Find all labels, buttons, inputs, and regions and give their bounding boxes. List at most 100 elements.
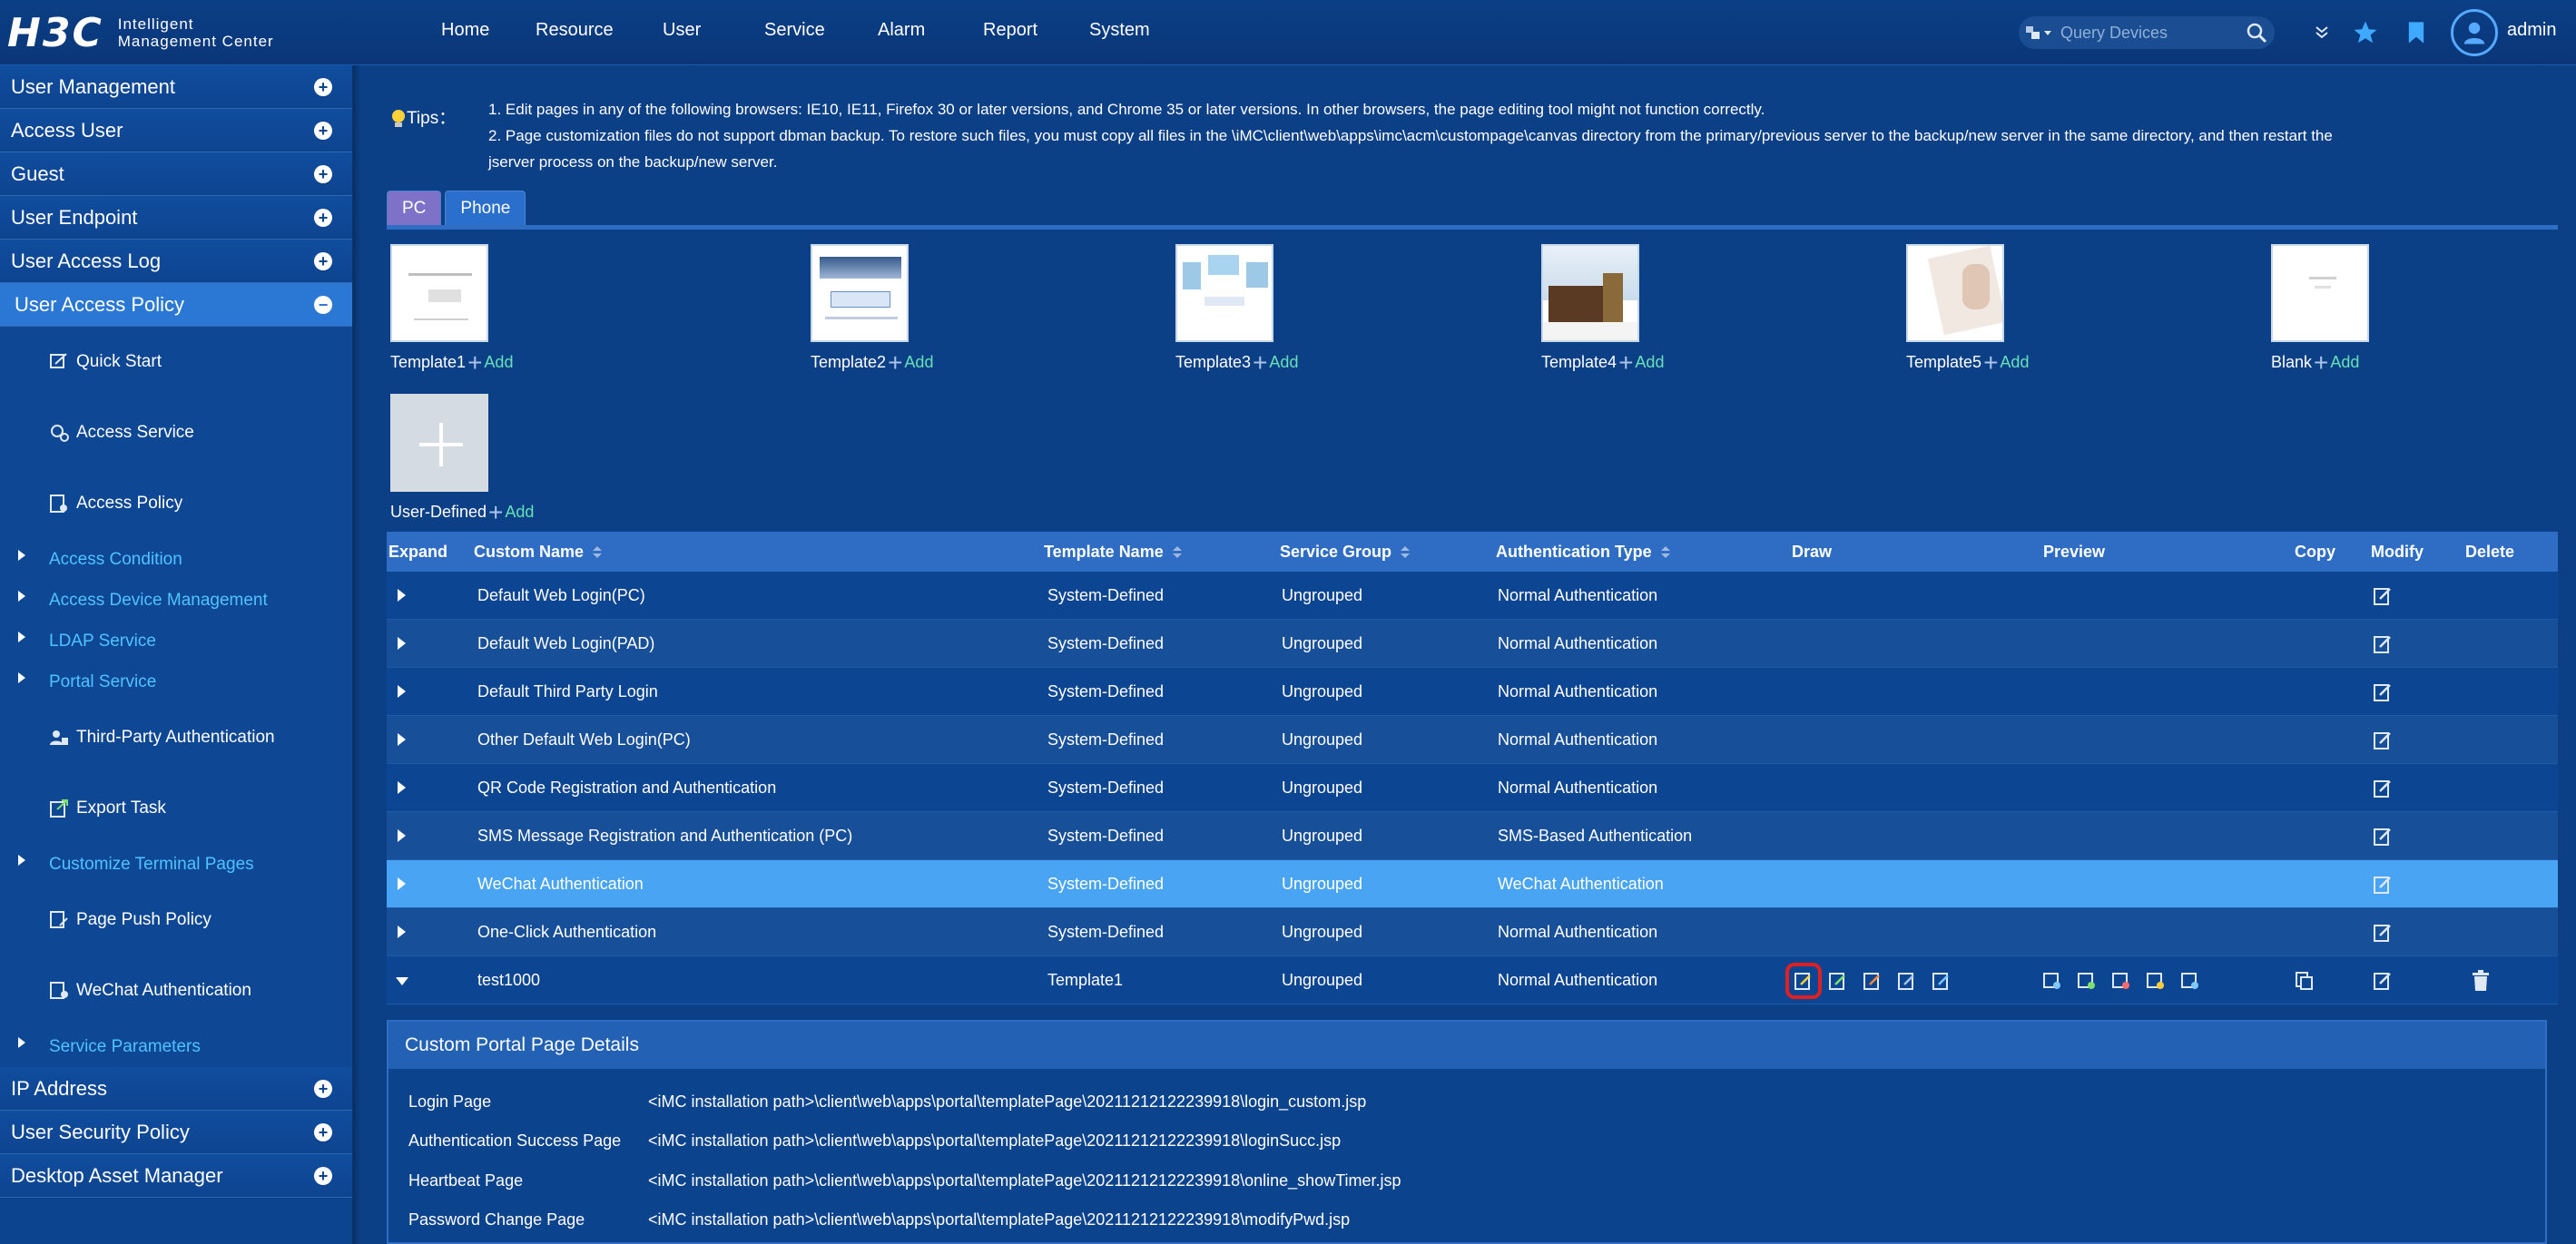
expand-plus-icon[interactable]: + bbox=[314, 121, 332, 140]
expand-arrow-icon[interactable] bbox=[18, 591, 25, 602]
collapse-minus-icon[interactable]: − bbox=[314, 295, 332, 314]
nav-alarm[interactable]: Alarm bbox=[878, 20, 925, 41]
preview-page-icon[interactable] bbox=[2075, 969, 2099, 993]
menu-guest[interactable]: Guest + bbox=[0, 152, 352, 196]
tab-pc[interactable]: PC bbox=[387, 191, 442, 225]
table-row[interactable]: WeChat Authentication System-Defined Ungro… bbox=[387, 860, 2558, 908]
col-custom-name[interactable]: Custom Name bbox=[474, 543, 603, 562]
col-template-name[interactable]: Template Name bbox=[1044, 543, 1182, 562]
sidebar-item-export-task[interactable]: Export Task bbox=[0, 773, 352, 844]
expand-arrow-icon[interactable] bbox=[18, 632, 25, 642]
modify-icon[interactable] bbox=[2371, 921, 2394, 945]
table-row[interactable]: Default Web Login(PAD) System-Defined Ungr… bbox=[387, 620, 2558, 668]
delete-icon[interactable] bbox=[2469, 969, 2492, 993]
copy-icon[interactable] bbox=[2293, 969, 2316, 993]
menu-user-security-policy[interactable]: User Security Policy + bbox=[0, 1111, 352, 1154]
table-row[interactable]: Default Web Login(PC) System-Defined Ungro… bbox=[387, 572, 2558, 620]
device-type-icon[interactable] bbox=[2019, 16, 2060, 49]
search-box[interactable]: Query Devices bbox=[2019, 16, 2275, 49]
sidebar-item-access-service[interactable]: Access Service bbox=[0, 397, 352, 468]
modify-icon[interactable] bbox=[2371, 729, 2394, 752]
draw-page-icon[interactable] bbox=[1861, 969, 1884, 993]
expand-arrow-icon[interactable] bbox=[398, 926, 406, 938]
expand-arrow-icon[interactable] bbox=[398, 733, 406, 746]
expand-plus-icon[interactable]: + bbox=[314, 208, 332, 227]
modify-icon[interactable] bbox=[2371, 681, 2394, 704]
template-add-link[interactable]: + Add bbox=[888, 349, 933, 375]
draw-page-icon[interactable] bbox=[1895, 969, 1919, 993]
modify-icon[interactable] bbox=[2371, 969, 2394, 993]
table-row[interactable]: One-Click Authentication System-Defined Un… bbox=[387, 908, 2558, 956]
nav-resource[interactable]: Resource bbox=[536, 20, 614, 41]
expand-arrow-icon[interactable] bbox=[18, 672, 25, 683]
sidebar-group-access-condition[interactable]: Access Condition bbox=[0, 539, 352, 580]
expand-arrow-icon[interactable] bbox=[398, 685, 406, 698]
sidebar-item-quick-start[interactable]: Quick Start bbox=[0, 327, 352, 397]
expand-arrow-icon[interactable] bbox=[18, 855, 25, 866]
expand-plus-icon[interactable]: + bbox=[314, 1122, 332, 1141]
h3c-logo[interactable]: H3C Intelligent Management Center bbox=[7, 9, 274, 56]
menu-user-endpoint[interactable]: User Endpoint + bbox=[0, 196, 352, 240]
template-add-link[interactable]: + Add bbox=[488, 499, 534, 524]
bookmark-icon[interactable] bbox=[2400, 16, 2433, 49]
template-add-link[interactable]: + Add bbox=[1618, 349, 1664, 375]
expand-more-icon[interactable] bbox=[2306, 16, 2338, 49]
template-thumbnail[interactable] bbox=[1175, 244, 1273, 342]
table-row[interactable]: Other Default Web Login(PC) System-Define… bbox=[387, 716, 2558, 764]
sidebar-group-customize-terminal-pages[interactable]: Customize Terminal Pages bbox=[0, 844, 352, 885]
search-input[interactable]: Query Devices bbox=[2060, 24, 2238, 43]
user-avatar-icon[interactable] bbox=[2451, 9, 2498, 56]
sidebar-group-portal-service[interactable]: Portal Service bbox=[0, 661, 352, 702]
sidebar-item-wechat-authentication[interactable]: WeChat Authentication bbox=[0, 955, 352, 1026]
template-thumbnail[interactable] bbox=[390, 244, 488, 342]
nav-report[interactable]: Report bbox=[983, 20, 1037, 41]
expand-arrow-icon[interactable] bbox=[18, 1037, 25, 1048]
sidebar-group-access-device-management[interactable]: Access Device Management bbox=[0, 580, 352, 621]
expand-plus-icon[interactable]: + bbox=[314, 77, 332, 96]
menu-user-access-policy[interactable]: User Access Policy − bbox=[0, 283, 352, 327]
expand-arrow-icon[interactable] bbox=[398, 829, 406, 842]
expand-plus-icon[interactable]: + bbox=[314, 1079, 332, 1098]
expand-arrow-icon[interactable] bbox=[398, 781, 406, 794]
draw-page-icon[interactable] bbox=[1930, 969, 1953, 993]
menu-user-management[interactable]: User Management + bbox=[0, 65, 352, 109]
menu-desktop-asset-manager[interactable]: Desktop Asset Manager + bbox=[0, 1154, 352, 1198]
template-add-link[interactable]: + Add bbox=[1253, 349, 1298, 375]
table-row[interactable]: QR Code Registration and Authentication S… bbox=[387, 764, 2558, 812]
preview-page-icon[interactable] bbox=[2144, 969, 2168, 993]
table-row[interactable]: Default Third Party Login System-Defined U… bbox=[387, 668, 2558, 716]
col-service-group[interactable]: Service Group bbox=[1280, 543, 1411, 562]
menu-user-access-log[interactable]: User Access Log + bbox=[0, 240, 352, 283]
sidebar-group-ldap-service[interactable]: LDAP Service bbox=[0, 621, 352, 661]
modify-icon[interactable] bbox=[2371, 825, 2394, 848]
sidebar-item-page-push-policy[interactable]: Page Push Policy bbox=[0, 885, 352, 955]
nav-home[interactable]: Home bbox=[441, 20, 489, 41]
expand-arrow-icon[interactable] bbox=[18, 550, 25, 561]
nav-user[interactable]: User bbox=[663, 20, 701, 41]
favorites-star-icon[interactable] bbox=[2349, 16, 2382, 49]
menu-access-user[interactable]: Access User + bbox=[0, 109, 352, 152]
modify-icon[interactable] bbox=[2371, 873, 2394, 896]
template-thumbnail[interactable] bbox=[2271, 244, 2369, 342]
draw-page-icon[interactable] bbox=[1826, 969, 1850, 993]
tab-phone[interactable]: Phone bbox=[445, 191, 526, 225]
collapse-arrow-icon[interactable] bbox=[396, 977, 408, 985]
preview-page-icon[interactable] bbox=[2040, 969, 2064, 993]
sidebar-group-service-parameters[interactable]: Service Parameters bbox=[0, 1026, 352, 1067]
search-icon[interactable] bbox=[2238, 16, 2275, 49]
user-name[interactable]: admin bbox=[2507, 20, 2556, 41]
expand-plus-icon[interactable]: + bbox=[314, 251, 332, 270]
modify-icon[interactable] bbox=[2371, 777, 2394, 800]
expand-plus-icon[interactable]: + bbox=[314, 1166, 332, 1185]
template-thumbnail[interactable] bbox=[811, 244, 909, 342]
table-row[interactable]: test1000 Template1 Ungrouped Normal Authent… bbox=[387, 956, 2558, 1004]
table-row[interactable]: SMS Message Registration and Authenticat… bbox=[387, 812, 2558, 860]
draw-page-icon[interactable] bbox=[1785, 963, 1822, 999]
modify-icon[interactable] bbox=[2371, 632, 2394, 656]
expand-arrow-icon[interactable] bbox=[398, 877, 406, 890]
preview-page-icon[interactable] bbox=[2178, 969, 2202, 993]
expand-arrow-icon[interactable] bbox=[398, 637, 406, 650]
sidebar-item-access-policy[interactable]: Access Policy bbox=[0, 468, 352, 539]
template-add-link[interactable]: + Add bbox=[2314, 349, 2359, 375]
col-auth-type[interactable]: Authentication Type bbox=[1496, 543, 1670, 562]
